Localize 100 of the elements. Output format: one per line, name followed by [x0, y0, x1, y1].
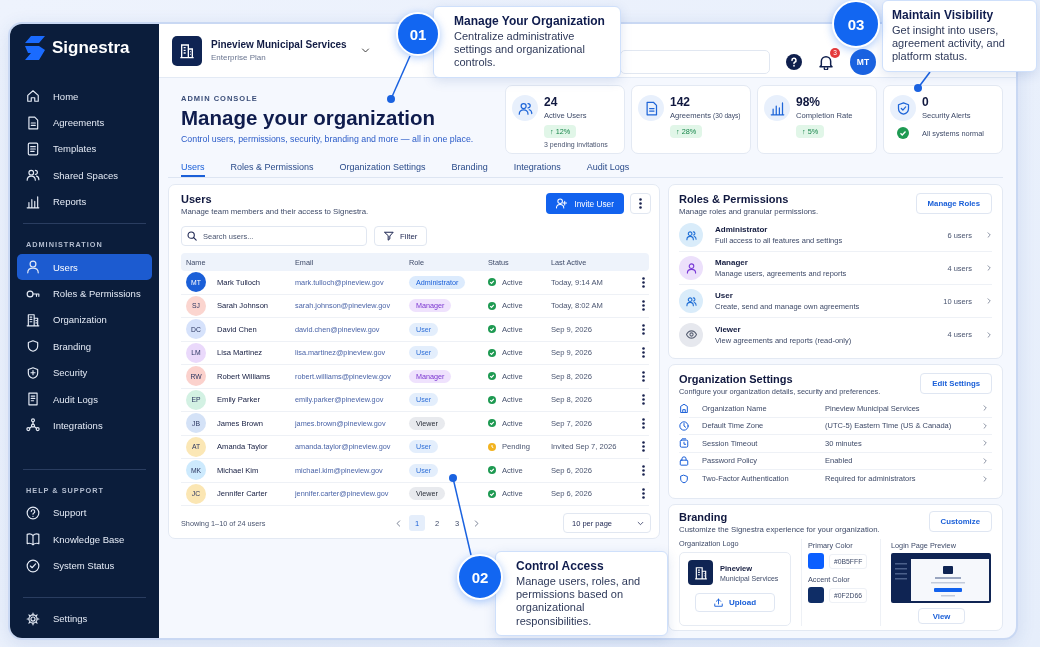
add-user-icon [556, 198, 568, 209]
nav-item[interactable]: Support [17, 499, 152, 527]
nav-item[interactable]: Home [17, 83, 152, 110]
more-icon [641, 370, 645, 382]
search-field[interactable] [620, 49, 770, 74]
tab[interactable]: Roles & Permissions [230, 158, 314, 177]
help-button[interactable] [786, 53, 802, 70]
stat-value: 24 [544, 95, 559, 109]
check-icon [488, 372, 496, 381]
house-icon [679, 403, 689, 414]
bar-chart-icon [26, 194, 40, 209]
lock-icon [679, 455, 689, 466]
building-icon [26, 312, 40, 327]
book-icon [26, 532, 40, 547]
more-icon [641, 464, 645, 476]
clock-icon [488, 442, 496, 451]
notifications-button[interactable] [818, 53, 834, 70]
color-swatch[interactable] [808, 553, 824, 569]
search-icon [187, 231, 197, 241]
chevron-right-icon [986, 265, 992, 271]
chevron-left-icon [394, 519, 402, 527]
chevron-right-icon [986, 331, 992, 338]
tab[interactable]: Branding [451, 158, 488, 177]
check-icon [488, 348, 496, 357]
org-logo-icon [172, 35, 202, 66]
upload-button[interactable]: Upload [694, 593, 776, 612]
role-name: Viewer [715, 324, 742, 334]
settings-icon [26, 611, 40, 626]
users-icon [26, 168, 40, 183]
nav-item[interactable]: Settings [17, 605, 152, 632]
logo-icon [25, 36, 45, 60]
role-name: User [715, 291, 734, 300]
card-title: Organization Settings [679, 373, 794, 385]
more-button[interactable] [630, 193, 651, 214]
color-swatch[interactable] [808, 587, 824, 603]
shield-icon [26, 339, 40, 354]
more-icon [641, 347, 645, 359]
more-icon [639, 198, 642, 209]
check-icon [488, 301, 496, 310]
tab[interactable]: Users [181, 158, 205, 177]
page-subtitle: Control users, permissions, security, branding and more — all in one place. [181, 134, 475, 144]
page-title: Manage your organization [181, 106, 436, 130]
more-icon [641, 417, 645, 429]
check-icon [488, 395, 496, 404]
callout-text: Centralize administrative settings and organizational controls. [454, 30, 586, 70]
stat-value: 0 [922, 95, 930, 109]
shield-check-icon [890, 95, 916, 121]
help-icon [26, 505, 40, 520]
help-icon [786, 53, 802, 70]
leader-line [387, 55, 411, 103]
nav-item[interactable]: System Status [17, 552, 152, 579]
nav-item[interactable]: Audit Logs [17, 385, 152, 413]
callout-text: Get insight into users, agreement activity, and platform status. [892, 24, 1006, 64]
plan-label: Enterprise Plan [211, 53, 267, 62]
tab[interactable]: Organization Settings [339, 158, 426, 177]
tab[interactable]: Audit Logs [586, 158, 630, 177]
more-icon [641, 441, 645, 453]
check-icon [897, 127, 909, 139]
log-icon [26, 392, 40, 407]
shield-plus-icon [26, 365, 40, 380]
callout-text: Manage users, roles, and permissions based on organizational responsibilities. [516, 575, 642, 628]
clock-icon [679, 420, 689, 431]
check-icon [488, 489, 496, 498]
nav-item[interactable]: Agreements [17, 109, 152, 136]
user-avatar[interactable]: MT [850, 48, 876, 75]
stat-value: 142 [670, 95, 692, 109]
document-icon [638, 95, 664, 121]
org-name: Pineview Municipal Services [211, 39, 347, 50]
chevron-right-icon [982, 475, 988, 482]
check-icon [488, 278, 496, 287]
more-icon [641, 300, 645, 312]
chevron-right-icon [986, 298, 992, 304]
nav-item[interactable]: Shared Spaces [17, 162, 152, 189]
card-title: Roles & Permissions [679, 193, 790, 205]
callout-title: Maintain Visibility [892, 8, 995, 22]
check-icon [488, 419, 496, 428]
nav-item[interactable]: Users [17, 253, 152, 281]
tab[interactable]: Integrations [513, 158, 561, 177]
nav-item[interactable]: Reports [17, 188, 152, 215]
users-icon [512, 95, 538, 121]
chevron-right-icon [982, 440, 988, 447]
upload-icon [713, 598, 723, 607]
step-number: 03 [832, 0, 880, 48]
nav-item[interactable]: Templates [17, 135, 152, 163]
shield-icon [679, 473, 689, 484]
more-icon [641, 394, 645, 406]
bar-chart-icon [764, 95, 790, 121]
org-switcher[interactable] [360, 46, 370, 55]
nav-item[interactable]: Roles & Permissions [17, 280, 152, 307]
check-icon [488, 325, 496, 334]
more-icon [641, 276, 645, 288]
nav-item[interactable]: Branding [17, 333, 152, 360]
nav-item[interactable]: Organization [17, 306, 152, 334]
nav-item[interactable]: Integrations [17, 412, 152, 439]
callout-title: Control Access [516, 559, 605, 573]
nav-item[interactable]: Security [17, 359, 152, 386]
nav-item[interactable]: Knowledge Base [17, 526, 152, 553]
invite-user-button[interactable]: Invite User [546, 193, 624, 214]
card-title: Branding [679, 511, 729, 523]
brand-name: Signestra [52, 38, 130, 58]
